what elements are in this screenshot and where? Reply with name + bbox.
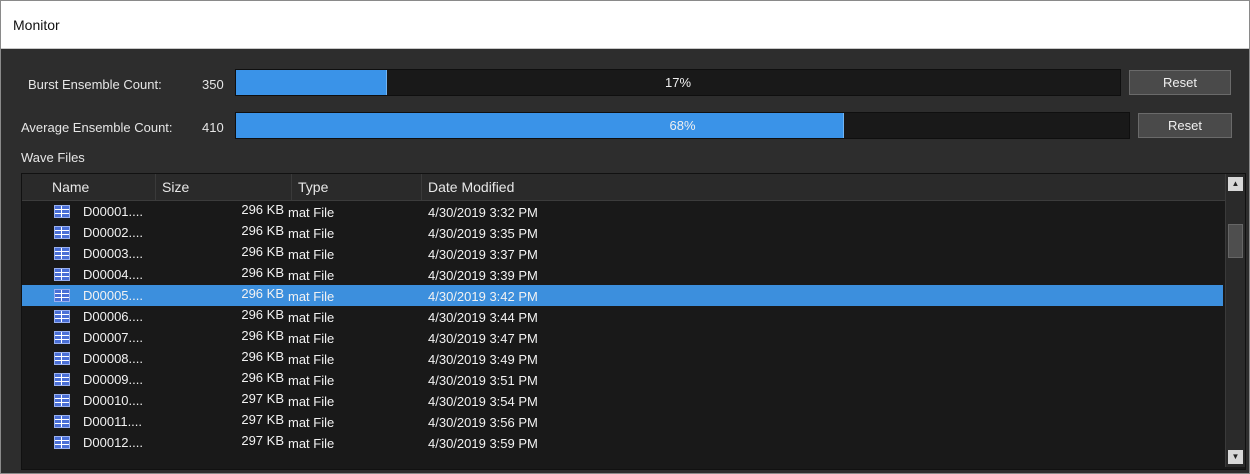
file-name: D00003.... [83,246,143,261]
average-progress-text: 68% [669,118,696,133]
mat-file-icon [54,226,70,239]
file-name: D00005.... [83,288,143,303]
file-date-modified: 4/30/2019 3:56 PM [428,415,538,430]
burst-ensemble-label: Burst Ensemble Count: [28,77,162,92]
file-date-modified: 4/30/2019 3:51 PM [428,373,538,388]
file-name: D00010.... [83,393,143,408]
file-name: D00002.... [83,225,143,240]
file-size: 296 KB [241,202,284,217]
file-date-modified: 4/30/2019 3:59 PM [428,436,538,451]
mat-file-icon [54,247,70,260]
table-row[interactable]: D00010.... 297 KB mat File 4/30/2019 3:54 P… [22,390,1223,411]
file-type: mat File [288,394,335,409]
mat-file-icon [54,331,70,344]
title-bar: Monitor [1,1,1249,49]
mat-file-icon [54,352,70,365]
mat-file-icon [54,289,70,302]
file-name: D00011.... [83,414,143,429]
file-type: mat File [288,352,335,367]
table-row[interactable]: D00006.... 296 KB mat File 4/30/2019 3:44 P… [22,306,1223,327]
table-row[interactable]: D00012.... 297 KB mat File 4/30/2019 3:59 P… [22,432,1223,453]
file-date-modified: 4/30/2019 3:54 PM [428,394,538,409]
file-type: mat File [288,226,335,241]
mat-file-icon [54,394,70,407]
file-date-modified: 4/30/2019 3:37 PM [428,247,538,262]
file-size: 296 KB [241,328,284,343]
file-name: D00006.... [83,309,143,324]
column-header-type[interactable]: Type [292,174,422,200]
file-date-modified: 4/30/2019 3:47 PM [428,331,538,346]
file-size: 297 KB [241,412,284,427]
file-date-modified: 4/30/2019 3:32 PM [428,205,538,220]
file-type: mat File [288,289,335,304]
file-size: 296 KB [241,286,284,301]
file-type: mat File [288,268,335,283]
file-size: 296 KB [241,223,284,238]
window-title: Monitor [13,17,60,33]
file-name: D00001.... [83,204,143,219]
burst-progress-text: 17% [664,75,692,90]
column-header-name[interactable]: Name [42,174,156,200]
column-header-date-modified[interactable]: Date Modified [422,174,1225,200]
scroll-up-arrow-icon[interactable]: ▲ [1228,177,1243,191]
table-row[interactable]: D00009.... 296 KB mat File 4/30/2019 3:51 P… [22,369,1223,390]
table-row[interactable]: D00007.... 296 KB mat File 4/30/2019 3:47 P… [22,327,1223,348]
scrollbar-thumb[interactable] [1228,224,1243,258]
table-row[interactable]: D00002.... 296 KB mat File 4/30/2019 3:35 P… [22,222,1223,243]
file-type: mat File [288,247,335,262]
list-header: Name Size Type Date Modified [22,174,1225,201]
file-size: 296 KB [241,265,284,280]
file-type: mat File [288,331,335,346]
file-date-modified: 4/30/2019 3:49 PM [428,352,538,367]
file-size: 296 KB [241,307,284,322]
wave-files-label: Wave Files [21,150,85,165]
table-row[interactable]: D00008.... 296 KB mat File 4/30/2019 3:49 P… [22,348,1223,369]
burst-reset-button[interactable]: Reset [1129,70,1231,95]
file-date-modified: 4/30/2019 3:39 PM [428,268,538,283]
file-size: 296 KB [241,244,284,259]
mat-file-icon [54,205,70,218]
mat-file-icon [54,268,70,281]
column-header-size[interactable]: Size [156,174,292,200]
vertical-scrollbar[interactable]: ▲ ▼ [1225,174,1245,467]
table-row[interactable]: D00001.... 296 KB mat File 4/30/2019 3:32 P… [22,201,1223,222]
file-size: 296 KB [241,370,284,385]
burst-progress-bar: 17% [235,69,1121,96]
file-name: D00008.... [83,351,143,366]
burst-ensemble-count: 350 [202,77,224,92]
average-ensemble-label: Average Ensemble Count: [21,120,173,135]
file-name: D00009.... [83,372,143,387]
table-row[interactable]: D00005.... 296 KB mat File 4/30/2019 3:42 P… [22,285,1223,306]
table-row[interactable]: D00011.... 297 KB mat File 4/30/2019 3:56 P… [22,411,1223,432]
file-date-modified: 4/30/2019 3:44 PM [428,310,538,325]
file-size: 297 KB [241,433,284,448]
table-row[interactable]: D00003.... 296 KB mat File 4/30/2019 3:37 P… [22,243,1223,264]
file-name: D00004.... [83,267,143,282]
mat-file-icon [54,310,70,323]
file-name: D00012.... [83,435,143,450]
monitor-window: Monitor Burst Ensemble Count: 350 17% Re… [0,0,1250,474]
file-size: 296 KB [241,349,284,364]
mat-file-icon [54,415,70,428]
file-name: D00007.... [83,330,143,345]
file-type: mat File [288,310,335,325]
table-row[interactable]: D00004.... 296 KB mat File 4/30/2019 3:39 P… [22,264,1223,285]
file-date-modified: 4/30/2019 3:42 PM [428,289,538,304]
file-type: mat File [288,373,335,388]
file-type: mat File [288,415,335,430]
file-type: mat File [288,436,335,451]
file-type: mat File [288,205,335,220]
scroll-down-arrow-icon[interactable]: ▼ [1228,450,1243,464]
wave-files-list[interactable]: Name Size Type Date Modified D00001.... 2… [21,173,1246,470]
mat-file-icon [54,373,70,386]
mat-file-icon [54,436,70,449]
average-ensemble-count: 410 [202,120,224,135]
average-reset-button[interactable]: Reset [1138,113,1232,138]
file-size: 297 KB [241,391,284,406]
file-date-modified: 4/30/2019 3:35 PM [428,226,538,241]
average-progress-bar: 68% [235,112,1130,139]
